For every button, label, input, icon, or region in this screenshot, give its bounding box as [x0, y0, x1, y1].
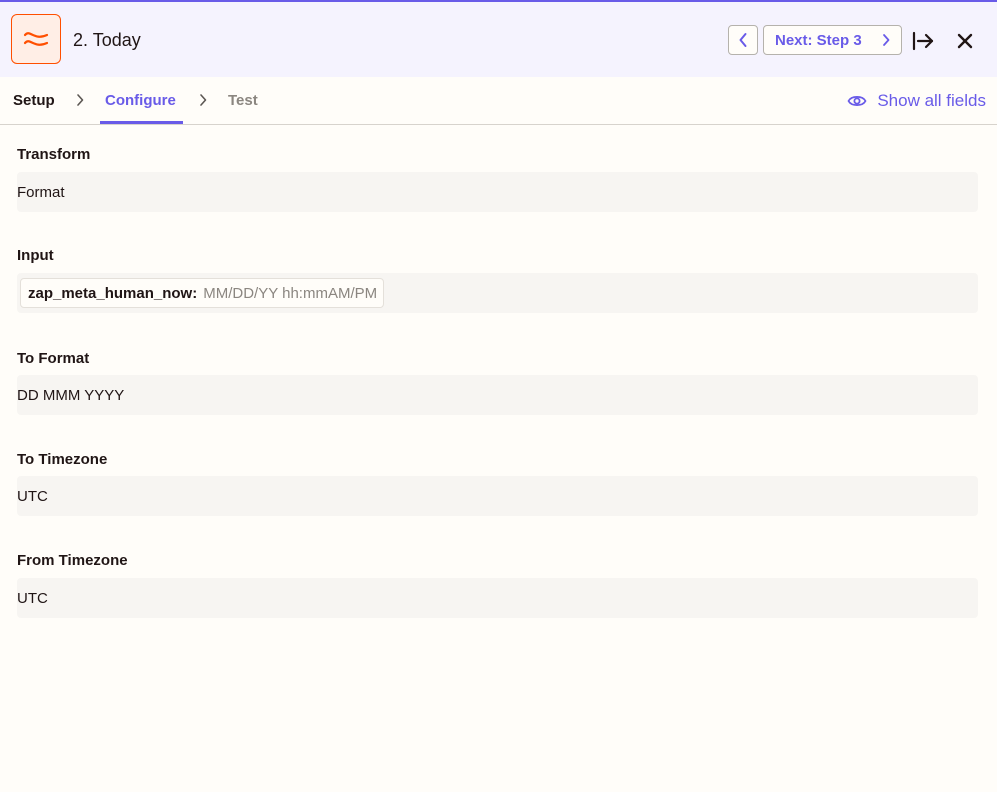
pill-field-name: zap_meta_human_now: — [28, 284, 198, 302]
show-all-fields-button[interactable]: Show all fields — [847, 90, 986, 112]
expand-panel-button[interactable] — [909, 28, 937, 54]
to-timezone-label: To Timezone — [17, 451, 108, 468]
mapped-field-pill[interactable]: zap_meta_human_now: MM/DD/YY hh:mmAM/PM — [20, 278, 385, 308]
transform-value: Format — [17, 183, 65, 201]
formatter-app-icon — [11, 14, 61, 64]
input-label: Input — [17, 247, 54, 264]
pill-field-value: MM/DD/YY hh:mmAM/PM — [203, 284, 378, 302]
close-button[interactable] — [952, 28, 978, 54]
transform-label: Transform — [17, 146, 91, 163]
tab-configure[interactable]: Configure — [105, 92, 176, 110]
transform-field[interactable]: Format — [17, 172, 978, 212]
arrow-right-to-bar-icon — [912, 31, 934, 51]
step-header: 2. Today Next: Step 3 — [0, 2, 997, 77]
next-step-button[interactable]: Next: Step 3 — [763, 25, 902, 55]
from-timezone-field[interactable]: UTC — [17, 578, 978, 618]
show-all-fields-label: Show all fields — [877, 91, 986, 110]
to-format-value: DD MMM YYYY — [17, 386, 125, 404]
to-timezone-value: UTC — [17, 487, 48, 505]
next-step-label: Next: Step 3 — [775, 31, 862, 49]
chevron-left-icon — [739, 33, 747, 47]
from-timezone-label: From Timezone — [17, 552, 128, 569]
chevron-right-icon — [198, 91, 210, 109]
input-field[interactable]: zap_meta_human_now: MM/DD/YY hh:mmAM/PM — [17, 273, 978, 313]
from-timezone-value: UTC — [17, 589, 48, 607]
step-tabs: Setup Configure Test Show all fields — [0, 77, 997, 125]
active-tab-indicator — [100, 121, 183, 124]
formatter-wave-icon — [23, 32, 49, 46]
to-timezone-field[interactable]: UTC — [17, 476, 978, 516]
close-icon — [957, 33, 973, 49]
step-title: 2. Today — [73, 30, 141, 50]
chevron-right-icon — [75, 91, 87, 109]
to-format-field[interactable]: DD MMM YYYY — [17, 375, 978, 415]
tab-test[interactable]: Test — [228, 92, 258, 110]
chevron-right-icon — [871, 32, 901, 48]
previous-step-button[interactable] — [728, 25, 758, 55]
eye-icon — [847, 95, 867, 107]
to-format-label: To Format — [17, 350, 90, 367]
tab-setup[interactable]: Setup — [13, 92, 55, 110]
